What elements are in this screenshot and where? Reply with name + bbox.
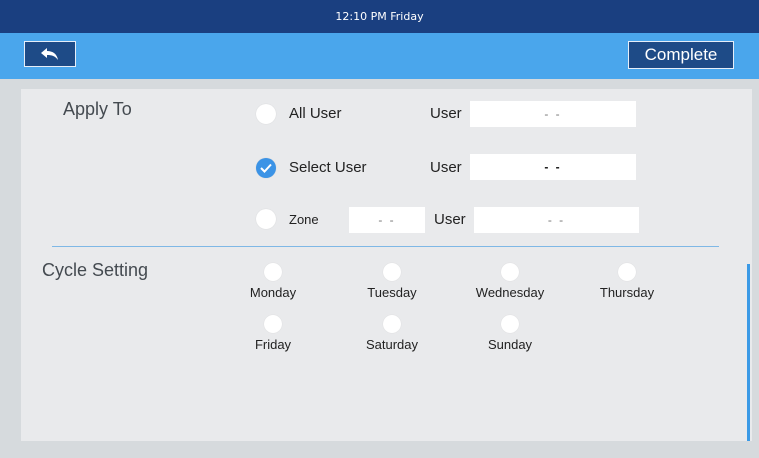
day-label: Thursday [599, 285, 655, 300]
select-user-user-field[interactable]: - - [470, 154, 636, 180]
day-label: Wednesday [475, 285, 545, 300]
day-radio[interactable] [264, 263, 282, 281]
all-user-label: All User [289, 105, 342, 122]
day-label: Tuesday [367, 285, 417, 300]
zone-user-label: User [434, 211, 466, 228]
complete-button[interactable]: Complete [628, 41, 734, 69]
settings-panel: Apply To All User User - - Select User U… [21, 89, 752, 441]
day-radio[interactable] [264, 315, 282, 333]
status-time: 12:10 PM Friday [335, 10, 424, 23]
zone-field[interactable]: - - [349, 207, 425, 233]
day-label: Monday [249, 285, 297, 300]
divider [52, 246, 719, 247]
day-friday[interactable]: Friday [228, 315, 318, 352]
check-icon [260, 163, 272, 173]
day-radio[interactable] [501, 263, 519, 281]
day-tuesday[interactable]: Tuesday [347, 263, 437, 300]
select-user-radio[interactable] [256, 158, 276, 178]
zone-user-field[interactable]: - - [474, 207, 639, 233]
back-button[interactable] [24, 41, 76, 67]
day-wednesday[interactable]: Wednesday [465, 263, 555, 300]
day-label: Friday [254, 337, 292, 352]
day-radio[interactable] [383, 315, 401, 333]
select-user-user-label: User [430, 159, 462, 176]
day-label: Sunday [487, 337, 533, 352]
apply-to-title: Apply To [63, 99, 132, 119]
day-radio[interactable] [618, 263, 636, 281]
scrollbar[interactable] [747, 264, 750, 441]
status-bar: 12:10 PM Friday [0, 0, 759, 33]
day-radio[interactable] [383, 263, 401, 281]
all-user-user-label: User [430, 105, 462, 122]
day-thursday[interactable]: Thursday [582, 263, 672, 300]
back-arrow-icon [41, 48, 58, 60]
all-user-radio[interactable] [256, 104, 276, 124]
day-radio[interactable] [501, 315, 519, 333]
day-label: Saturday [365, 337, 419, 352]
all-user-user-field[interactable]: - - [470, 101, 636, 127]
day-sunday[interactable]: Sunday [465, 315, 555, 352]
zone-label: Zone [289, 212, 319, 227]
zone-radio[interactable] [256, 209, 276, 229]
cycle-setting-title: Cycle Setting [42, 260, 149, 280]
toolbar: Complete [0, 33, 759, 79]
select-user-label: Select User [289, 159, 367, 176]
day-saturday[interactable]: Saturday [347, 315, 437, 352]
day-monday[interactable]: Monday [228, 263, 318, 300]
